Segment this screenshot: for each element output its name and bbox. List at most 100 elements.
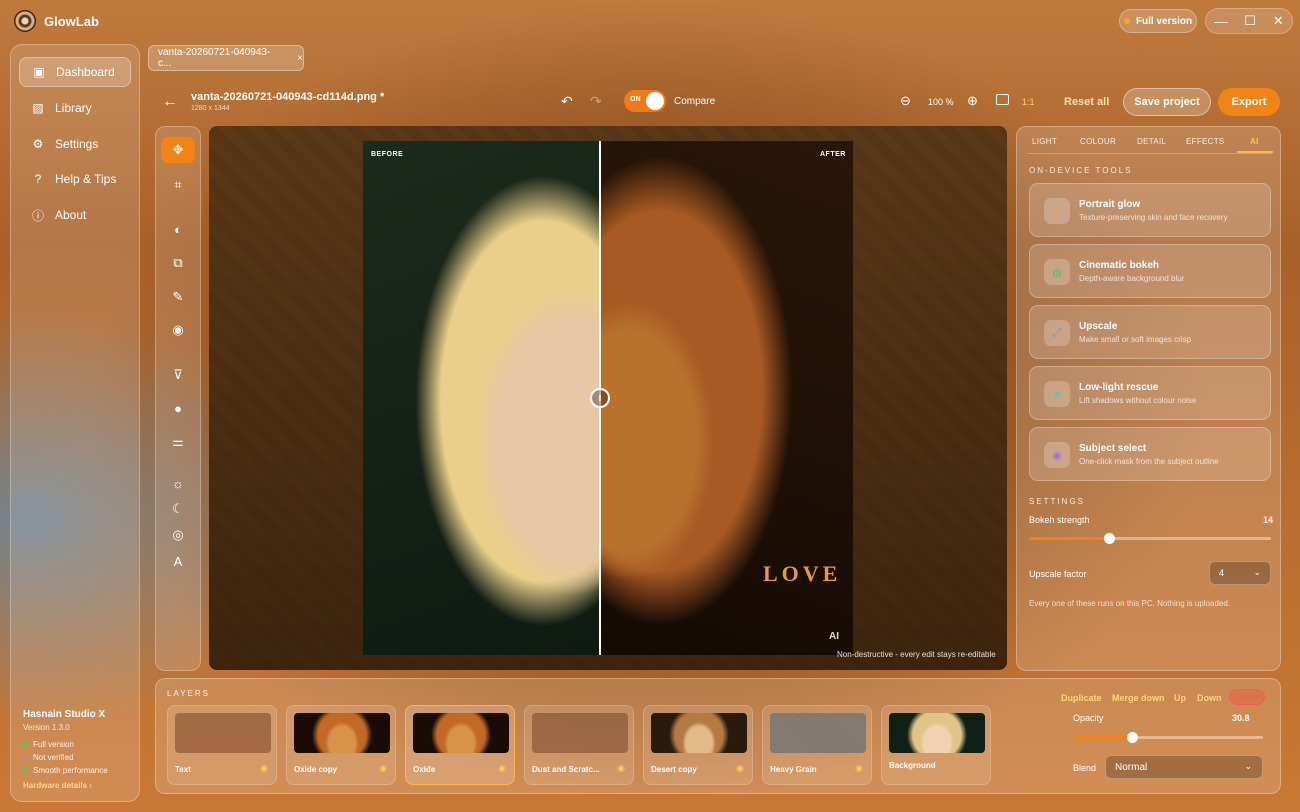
redo-icon[interactable]: ↷: [590, 93, 602, 110]
move-layer-down-button[interactable]: Down: [1197, 693, 1222, 703]
file-tab[interactable]: vanta-20260721-040943-c... ×: [148, 45, 304, 71]
document-title: vanta-20260721-040943-cd114d.png *: [191, 91, 385, 103]
photo-compare[interactable]: BEFORE AFTER LOVE AI ‖: [363, 141, 853, 655]
ai-tool-upscale[interactable]: ⤢ Upscale Make small or soft images cris…: [1029, 305, 1271, 359]
layer-item[interactable]: Desert copy ◉: [643, 705, 753, 785]
close-tab-icon[interactable]: ×: [297, 53, 303, 64]
sun-tool-icon[interactable]: ☼: [161, 470, 195, 496]
tab-light[interactable]: LIGHT: [1032, 137, 1057, 146]
actual-size-button[interactable]: 1:1: [1022, 97, 1035, 107]
status-dot-icon: [1123, 18, 1130, 24]
text-tool-icon[interactable]: A: [161, 548, 195, 574]
zoom-out-icon[interactable]: ⊖: [900, 93, 911, 109]
clone-tool-icon[interactable]: ⧉: [161, 250, 195, 276]
compare-toggle[interactable]: ON: [624, 90, 666, 112]
sidebar-item-dashboard[interactable]: ▣ Dashboard: [19, 57, 131, 87]
layer-item[interactable]: Oxide copy ◉: [286, 705, 396, 785]
layer-name: Background: [889, 761, 936, 770]
opacity-label: Opacity: [1073, 713, 1104, 723]
full-version-badge[interactable]: Full version: [1119, 9, 1197, 33]
tab-detail[interactable]: DETAIL: [1137, 137, 1166, 146]
slider-knob[interactable]: [1126, 732, 1138, 743]
status-dot-icon: [23, 768, 28, 773]
canvas[interactable]: BEFORE AFTER LOVE AI ‖ Non-destructive -…: [209, 126, 1007, 670]
bokeh-strength-label: Bokeh strength: [1029, 515, 1090, 525]
non-destructive-note: Non-destructive - every edit stays re-ed…: [837, 650, 996, 659]
layer-name: Desert copy: [651, 765, 697, 774]
back-arrow-icon[interactable]: ←: [162, 93, 178, 111]
hardware-details-link[interactable]: Hardware details ›: [23, 781, 92, 790]
upscale-icon: ⤢: [1044, 320, 1070, 346]
layer-item[interactable]: Dust and Scratc... ◉: [524, 705, 634, 785]
layer-item[interactable]: Background: [881, 705, 991, 785]
sidebar-item-label: Library: [55, 101, 92, 115]
app-name: GlowLab: [44, 14, 99, 29]
crop-tool-icon[interactable]: ⌗: [161, 172, 195, 198]
circle-tool-icon[interactable]: ●: [161, 395, 195, 421]
visibility-eye-icon[interactable]: ◉: [379, 763, 387, 774]
status-performance: Smooth performance: [23, 766, 108, 775]
palette-tool-icon[interactable]: ◐: [161, 216, 195, 242]
overlay-text: LOVE: [763, 561, 842, 586]
divider-handle-icon[interactable]: ‖: [590, 388, 610, 408]
blend-label: Blend: [1073, 763, 1097, 773]
ai-tool-low-light-rescue[interactable]: ☀ Low-light rescue Lift shadows without …: [1029, 366, 1271, 420]
bokeh-strength-slider[interactable]: [1029, 533, 1271, 544]
ai-mark: AI: [829, 631, 839, 642]
blend-mode-select[interactable]: Normal ⌄: [1105, 755, 1263, 779]
sidebar-item-settings[interactable]: ⚙ Settings: [19, 129, 131, 159]
visibility-eye-icon[interactable]: ◉: [855, 763, 863, 774]
tab-ai[interactable]: AI: [1250, 137, 1259, 146]
status-label: Smooth performance: [33, 766, 108, 775]
maximize-icon[interactable]: ☐: [1244, 13, 1256, 29]
sliders-tool-icon[interactable]: ⚌: [161, 429, 195, 455]
save-project-button[interactable]: Save project: [1123, 88, 1211, 116]
ai-tool-title: Subject select: [1079, 443, 1147, 454]
layer-item[interactable]: Heavy Grain ◉: [762, 705, 872, 785]
zoom-in-icon[interactable]: ⊕: [967, 93, 978, 109]
sidebar-item-library[interactable]: ▨ Library: [19, 93, 131, 123]
layer-item[interactable]: Text ◉: [167, 705, 277, 785]
opacity-slider[interactable]: [1073, 732, 1263, 743]
duplicate-layer-button[interactable]: Duplicate: [1061, 693, 1102, 703]
ai-tool-subtitle: Lift shadows without colour noise: [1079, 396, 1197, 405]
sidebar-item-about[interactable]: ⓘ About: [19, 200, 131, 230]
sidebar-item-help[interactable]: ? Help & Tips: [19, 164, 131, 194]
delete-layer-button[interactable]: Delete: [1229, 689, 1265, 705]
move-tool-icon[interactable]: ✥: [161, 137, 195, 163]
layer-name: Dust and Scratc...: [532, 765, 600, 774]
minimize-icon[interactable]: —: [1214, 14, 1227, 29]
close-icon[interactable]: ✕: [1273, 13, 1284, 29]
merge-down-button[interactable]: Merge down: [1112, 693, 1165, 703]
eye-tool-icon[interactable]: ◉: [161, 317, 195, 343]
after-label: AFTER: [820, 151, 846, 158]
ai-tool-title: Upscale: [1079, 321, 1118, 332]
export-button[interactable]: Export: [1218, 88, 1280, 116]
ai-tool-cinematic-bokeh[interactable]: ◍ Cinematic bokeh Depth-aware background…: [1029, 244, 1271, 298]
ai-tool-subject-select[interactable]: ◉ Subject select One-click mask from the…: [1029, 427, 1271, 481]
reset-all-button[interactable]: Reset all: [1064, 96, 1109, 108]
brush-tool-icon[interactable]: ✎: [161, 284, 195, 310]
privacy-note: Every one of these runs on this PC. Noth…: [1029, 599, 1231, 608]
undo-icon[interactable]: ↶: [561, 93, 573, 110]
visibility-eye-icon[interactable]: ◉: [260, 763, 268, 774]
slider-knob[interactable]: [1103, 533, 1115, 544]
upscale-factor-label: Upscale factor: [1029, 569, 1087, 579]
layer-thumbnail: [889, 713, 985, 753]
visibility-eye-icon[interactable]: ◉: [736, 763, 744, 774]
upscale-factor-select[interactable]: 4 ⌄: [1209, 561, 1271, 585]
bucket-tool-icon[interactable]: ⊽: [161, 362, 195, 388]
layer-name: Heavy Grain: [770, 765, 817, 774]
tab-effects[interactable]: EFFECTS: [1186, 137, 1225, 146]
toggle-knob: [646, 92, 664, 110]
layer-name: Oxide: [413, 765, 436, 774]
visibility-eye-icon[interactable]: ◉: [617, 763, 625, 774]
tab-colour[interactable]: COLOUR: [1080, 137, 1116, 146]
fit-screen-icon[interactable]: [996, 94, 1009, 105]
layer-item[interactable]: Oxide ◉: [405, 705, 515, 785]
moon-tool-icon[interactable]: ☾: [161, 496, 195, 522]
image-tool-icon[interactable]: ◎: [161, 522, 195, 548]
move-layer-up-button[interactable]: Up: [1174, 693, 1186, 703]
visibility-eye-icon[interactable]: ◉: [498, 763, 506, 774]
ai-tool-portrait-glow[interactable]: ☺ Portrait glow Texture-preserving skin …: [1029, 183, 1271, 237]
